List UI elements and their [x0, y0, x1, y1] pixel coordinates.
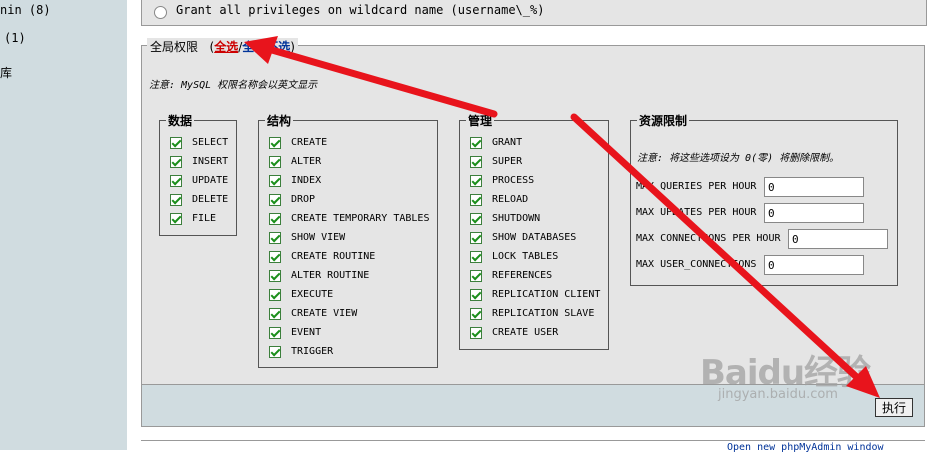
checkbox-label: INDEX	[291, 175, 322, 186]
max-updates-label: MAX UPDATES PER HOUR	[636, 207, 757, 218]
group-resource-limits: 资源限制 注意: 将这些选项设为 0(零) 将删除限制。 MAX QUERIES…	[630, 112, 898, 286]
checkbox-execute[interactable]	[269, 289, 281, 301]
checkbox-label: RELOAD	[492, 194, 529, 205]
checkbox-label: CREATE ROUTINE	[291, 251, 376, 262]
sidebar-item[interactable]: (1)	[4, 31, 26, 45]
baidu-watermark: Baidu经验 jingyan.baidu.com	[700, 345, 871, 402]
checkbox-label: EXECUTE	[291, 289, 334, 300]
paren-close: )	[290, 40, 295, 54]
checkbox-label: LOCK TABLES	[492, 251, 559, 262]
checkbox-process[interactable]	[470, 175, 482, 187]
max-queries-label: MAX QUERIES PER HOUR	[636, 181, 757, 192]
checkbox-label: REPLICATION SLAVE	[492, 308, 595, 319]
checkbox-label: PROCESS	[492, 175, 535, 186]
checkbox-shutdown[interactable]	[470, 213, 482, 225]
checkbox-label: SHOW DATABASES	[492, 232, 577, 243]
checkbox-grant[interactable]	[470, 137, 482, 149]
checkbox-label: FILE	[192, 213, 217, 224]
wildcard-radio-label: Grant all privileges on wildcard name (u…	[176, 3, 545, 17]
max-user-connections-label: MAX USER_CONNECTIONS	[636, 259, 757, 270]
group-admin: 管理 GRANT SUPER PROCESS RELOAD SHUTDOWN S…	[459, 112, 609, 350]
checkbox-update[interactable]	[170, 175, 182, 187]
checkbox-label: DELETE	[192, 194, 229, 205]
checkbox-label: SUPER	[492, 156, 523, 167]
checkbox-references[interactable]	[470, 270, 482, 282]
privileges-note: 注意: MySQL 权限名称会以英文显示	[149, 80, 318, 91]
checkbox-label: GRANT	[492, 137, 523, 148]
select-all-link[interactable]: 全选	[214, 40, 238, 54]
checkbox-label: UPDATE	[192, 175, 229, 186]
checkbox-index[interactable]	[269, 175, 281, 187]
group-resource-limits-title: 资源限制	[637, 112, 690, 129]
wildcard-option-box: Grant all privileges on wildcard name (u…	[141, 0, 927, 26]
checkbox-show-view[interactable]	[269, 232, 281, 244]
sidebar-item[interactable]: nin (8)	[0, 3, 51, 17]
checkbox-label: TRIGGER	[291, 346, 334, 357]
execute-button[interactable]: 执行	[875, 398, 913, 417]
checkbox-label: DROP	[291, 194, 316, 205]
wildcard-radio[interactable]	[154, 6, 167, 19]
checkbox-delete[interactable]	[170, 194, 182, 206]
checkbox-create-temporary-tables[interactable]	[269, 213, 281, 225]
checkbox-replication-client[interactable]	[470, 289, 482, 301]
checkbox-event[interactable]	[269, 327, 281, 339]
deselect-all-link[interactable]: 全部不选	[242, 40, 290, 54]
new-window-link[interactable]: Open new phpMyAdmin window	[727, 442, 884, 453]
checkbox-label: REFERENCES	[492, 270, 553, 281]
max-queries-input[interactable]	[764, 177, 864, 197]
checkbox-super[interactable]	[470, 156, 482, 168]
checkbox-replication-slave[interactable]	[470, 308, 482, 320]
checkbox-reload[interactable]	[470, 194, 482, 206]
global-privileges-legend: 全局权限 (全选/全部不选)	[147, 38, 298, 55]
group-data: 数据 SELECT INSERT UPDATE DELETE FILE	[159, 112, 237, 236]
group-structure: 结构 CREATE ALTER INDEX DROP CREATE TEMPOR…	[258, 112, 438, 368]
global-privileges-title: 全局权限	[150, 40, 199, 54]
checkbox-label: INSERT	[192, 156, 229, 167]
max-connections-label: MAX CONNECTIONS PER HOUR	[636, 233, 781, 244]
checkbox-label: ALTER	[291, 156, 322, 167]
checkbox-show-databases[interactable]	[470, 232, 482, 244]
checkbox-label: CREATE VIEW	[291, 308, 358, 319]
checkbox-label: REPLICATION CLIENT	[492, 289, 601, 300]
left-sidebar: nin (8) (1) 库	[0, 0, 127, 450]
checkbox-label: ALTER ROUTINE	[291, 270, 370, 281]
checkbox-create-user[interactable]	[470, 327, 482, 339]
checkbox-lock-tables[interactable]	[470, 251, 482, 263]
watermark-url: jingyan.baidu.com	[718, 387, 838, 402]
max-updates-input[interactable]	[764, 203, 864, 223]
group-data-title: 数据	[166, 112, 195, 129]
resource-limits-note: 注意: 将这些选项设为 0(零) 将删除限制。	[637, 153, 840, 164]
checkbox-insert[interactable]	[170, 156, 182, 168]
checkbox-select[interactable]	[170, 137, 182, 149]
checkbox-label: SHOW VIEW	[291, 232, 346, 243]
max-user-connections-input[interactable]	[764, 255, 864, 275]
group-admin-title: 管理	[466, 112, 495, 129]
checkbox-create-routine[interactable]	[269, 251, 281, 263]
checkbox-label: CREATE USER	[492, 327, 559, 338]
max-connections-input[interactable]	[788, 229, 888, 249]
checkbox-alter[interactable]	[269, 156, 281, 168]
sidebar-item[interactable]: 库	[0, 64, 12, 81]
divider	[141, 440, 925, 441]
checkbox-label: SHUTDOWN	[492, 213, 541, 224]
checkbox-label: EVENT	[291, 327, 322, 338]
checkbox-trigger[interactable]	[269, 346, 281, 358]
checkbox-file[interactable]	[170, 213, 182, 225]
checkbox-label: SELECT	[192, 137, 229, 148]
checkbox-create[interactable]	[269, 137, 281, 149]
checkbox-label: CREATE TEMPORARY TABLES	[291, 213, 430, 224]
checkbox-alter-routine[interactable]	[269, 270, 281, 282]
checkbox-label: CREATE	[291, 137, 328, 148]
checkbox-create-view[interactable]	[269, 308, 281, 320]
group-structure-title: 结构	[265, 112, 294, 129]
checkbox-drop[interactable]	[269, 194, 281, 206]
